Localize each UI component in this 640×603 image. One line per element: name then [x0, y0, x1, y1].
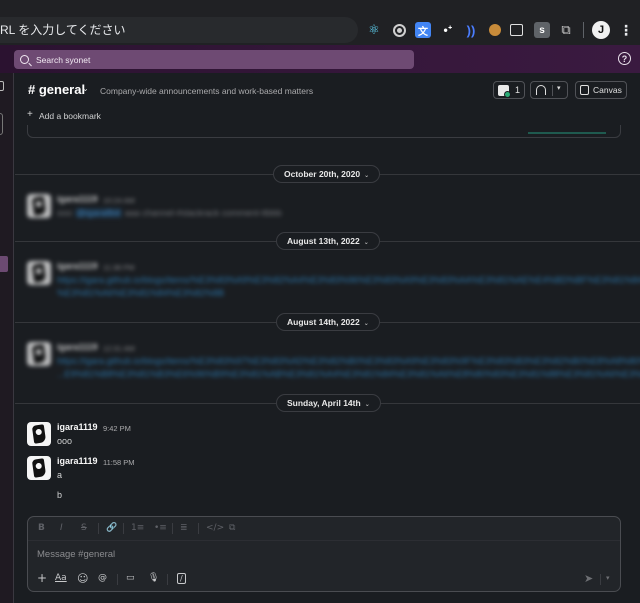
message-time[interactable]: 10:24 AM	[103, 196, 135, 205]
message-link[interactable]: ...E9%81%B8%E3%81%B3%E6%96%B9%E3%81%AB%E…	[57, 369, 640, 379]
chevron-down-icon[interactable]: ⌄	[82, 84, 89, 93]
wave-icon[interactable]: ))	[463, 22, 479, 38]
channel-header: # general ⌄ Company-wide announcements a…	[15, 73, 640, 107]
avatar[interactable]	[27, 456, 51, 480]
strikethrough-icon[interactable]: S	[81, 523, 87, 533]
browser-menu-icon[interactable]: ⋮	[618, 22, 634, 38]
video-icon[interactable]: ▭	[126, 573, 135, 583]
search-placeholder: Search syonet	[36, 54, 91, 65]
huddle-divider	[552, 85, 553, 96]
previous-message-card	[27, 125, 621, 138]
code-icon[interactable]: </>	[206, 523, 224, 533]
user-mention[interactable]: @igara8bit	[74, 208, 123, 218]
message-link[interactable]: https://igara.github.io/blogs/items/%E3%…	[57, 356, 640, 366]
canvas-label: Canvas	[593, 85, 622, 95]
headphones-icon	[536, 85, 546, 95]
message-text: ooo @igara8bit aaa channel-#slackrack co…	[57, 208, 282, 218]
message-text: ooo	[57, 436, 73, 446]
formatting-toolbar: B I S 🔗 1≡ •≡ ≣ </> ⧉	[28, 517, 620, 541]
date-pill[interactable]: October 20th, 2020 ⌄	[273, 165, 381, 183]
avatar[interactable]	[27, 261, 51, 285]
numbered-list-icon[interactable]: 1≡	[131, 523, 144, 533]
target-icon[interactable]	[391, 22, 407, 38]
bold-icon[interactable]: B	[38, 523, 45, 533]
message-list: October 20th, 2020 ⌄ igara1119 10:24 AM o…	[15, 125, 640, 516]
react-icon[interactable]: ⚛	[366, 22, 382, 38]
sidebar-item[interactable]	[0, 113, 3, 135]
cookie-icon[interactable]	[487, 22, 503, 38]
sidebar-item-active[interactable]	[0, 256, 8, 272]
message-time[interactable]: 9:42 PM	[103, 424, 131, 433]
formatting-toggle-icon[interactable]: Aa	[55, 573, 67, 583]
screenshot-icon[interactable]	[510, 24, 523, 36]
address-bar[interactable]: RL を入力してください	[0, 17, 358, 43]
bulleted-list-icon[interactable]: •≡	[154, 523, 167, 533]
channel-name[interactable]: # general	[28, 82, 85, 97]
message-text: b	[57, 490, 63, 500]
date-divider: August 13th, 2022 ⌄	[15, 232, 640, 250]
avatar[interactable]	[27, 194, 51, 218]
message-author[interactable]: igara1119	[57, 261, 98, 271]
send-icon[interactable]: ➤	[584, 572, 593, 585]
code-block-icon[interactable]: ⧉	[229, 523, 235, 533]
sidebar-compose-icon[interactable]	[0, 81, 4, 91]
message-text: a	[57, 470, 63, 480]
message-input[interactable]: Message #general	[37, 549, 115, 560]
microphone-icon[interactable]: 🎙	[148, 573, 159, 583]
message-author[interactable]: igara1119	[57, 456, 98, 466]
members-button[interactable]: 1	[493, 81, 525, 99]
member-count: 1	[515, 85, 521, 95]
message-author[interactable]: igara1119	[57, 342, 98, 352]
browser-toolbar: RL を入力してください ⚛ 文 •ᐩ )) s ⧉ J ⋮	[0, 0, 640, 45]
workspace-bar: Search syonet ?	[0, 45, 640, 73]
date-divider: August 14th, 2022 ⌄	[15, 313, 640, 331]
mention-icon[interactable]: @	[98, 573, 107, 583]
search-input[interactable]: Search syonet	[14, 50, 414, 69]
translate-icon[interactable]: 文	[415, 22, 431, 38]
canvas-icon	[580, 85, 589, 95]
dots-icon[interactable]: •ᐩ	[440, 22, 456, 38]
message-link[interactable]: https://igara.github.io/blogs/items/%E3%…	[57, 275, 640, 285]
puzzle-icon[interactable]: ⧉	[558, 22, 574, 38]
message-author[interactable]: igara1119	[57, 194, 98, 204]
plus-icon[interactable]: +	[27, 109, 33, 120]
date-divider: Sunday, April 14th ⌄	[15, 394, 640, 412]
send-divider	[600, 574, 601, 585]
plus-icon[interactable]: +	[37, 571, 47, 585]
message-composer[interactable]: B I S 🔗 1≡ •≡ ≣ </> ⧉ Message #general +…	[27, 516, 621, 592]
blockquote-icon[interactable]: ≣	[180, 523, 188, 533]
avatar[interactable]	[27, 422, 51, 446]
chevron-down-icon[interactable]: ▾	[606, 574, 610, 582]
help-icon[interactable]: ?	[618, 52, 631, 65]
italic-icon[interactable]: I	[60, 523, 63, 533]
channel-topic[interactable]: Company-wide announcements and work-base…	[100, 86, 313, 96]
emoji-icon[interactable]: ☺	[77, 572, 88, 585]
message-author[interactable]: igara1119	[57, 422, 98, 432]
date-pill[interactable]: Sunday, April 14th ⌄	[276, 394, 381, 412]
date-pill[interactable]: August 13th, 2022 ⌄	[276, 232, 380, 250]
chevron-down-icon[interactable]: ▾	[557, 84, 561, 92]
member-avatar	[498, 84, 511, 98]
date-pill[interactable]: August 14th, 2022 ⌄	[276, 313, 380, 331]
avatar[interactable]	[27, 342, 51, 366]
bookmark-bar: + Add a bookmark	[15, 107, 640, 125]
message-time[interactable]: 11:58 PM	[103, 458, 135, 467]
s-extension-icon[interactable]: s	[534, 22, 550, 38]
huddle-button[interactable]: ▾	[530, 81, 568, 99]
shortcuts-icon[interactable]: /	[177, 573, 186, 584]
search-icon	[20, 55, 29, 64]
message-link[interactable]: %E3%81%A6%E3%81%84%E3%82%8B	[57, 288, 224, 298]
toolbar-divider	[583, 22, 584, 38]
date-divider: October 20th, 2020 ⌄	[15, 165, 640, 183]
add-bookmark-button[interactable]: Add a bookmark	[39, 111, 101, 121]
profile-avatar[interactable]: J	[592, 21, 610, 39]
message-time[interactable]: 12:31 AM	[103, 344, 135, 353]
link-icon[interactable]: 🔗	[106, 523, 117, 533]
message-time[interactable]: 11:38 PM	[103, 263, 135, 272]
sidebar	[0, 73, 14, 603]
canvas-button[interactable]: Canvas	[575, 81, 627, 99]
